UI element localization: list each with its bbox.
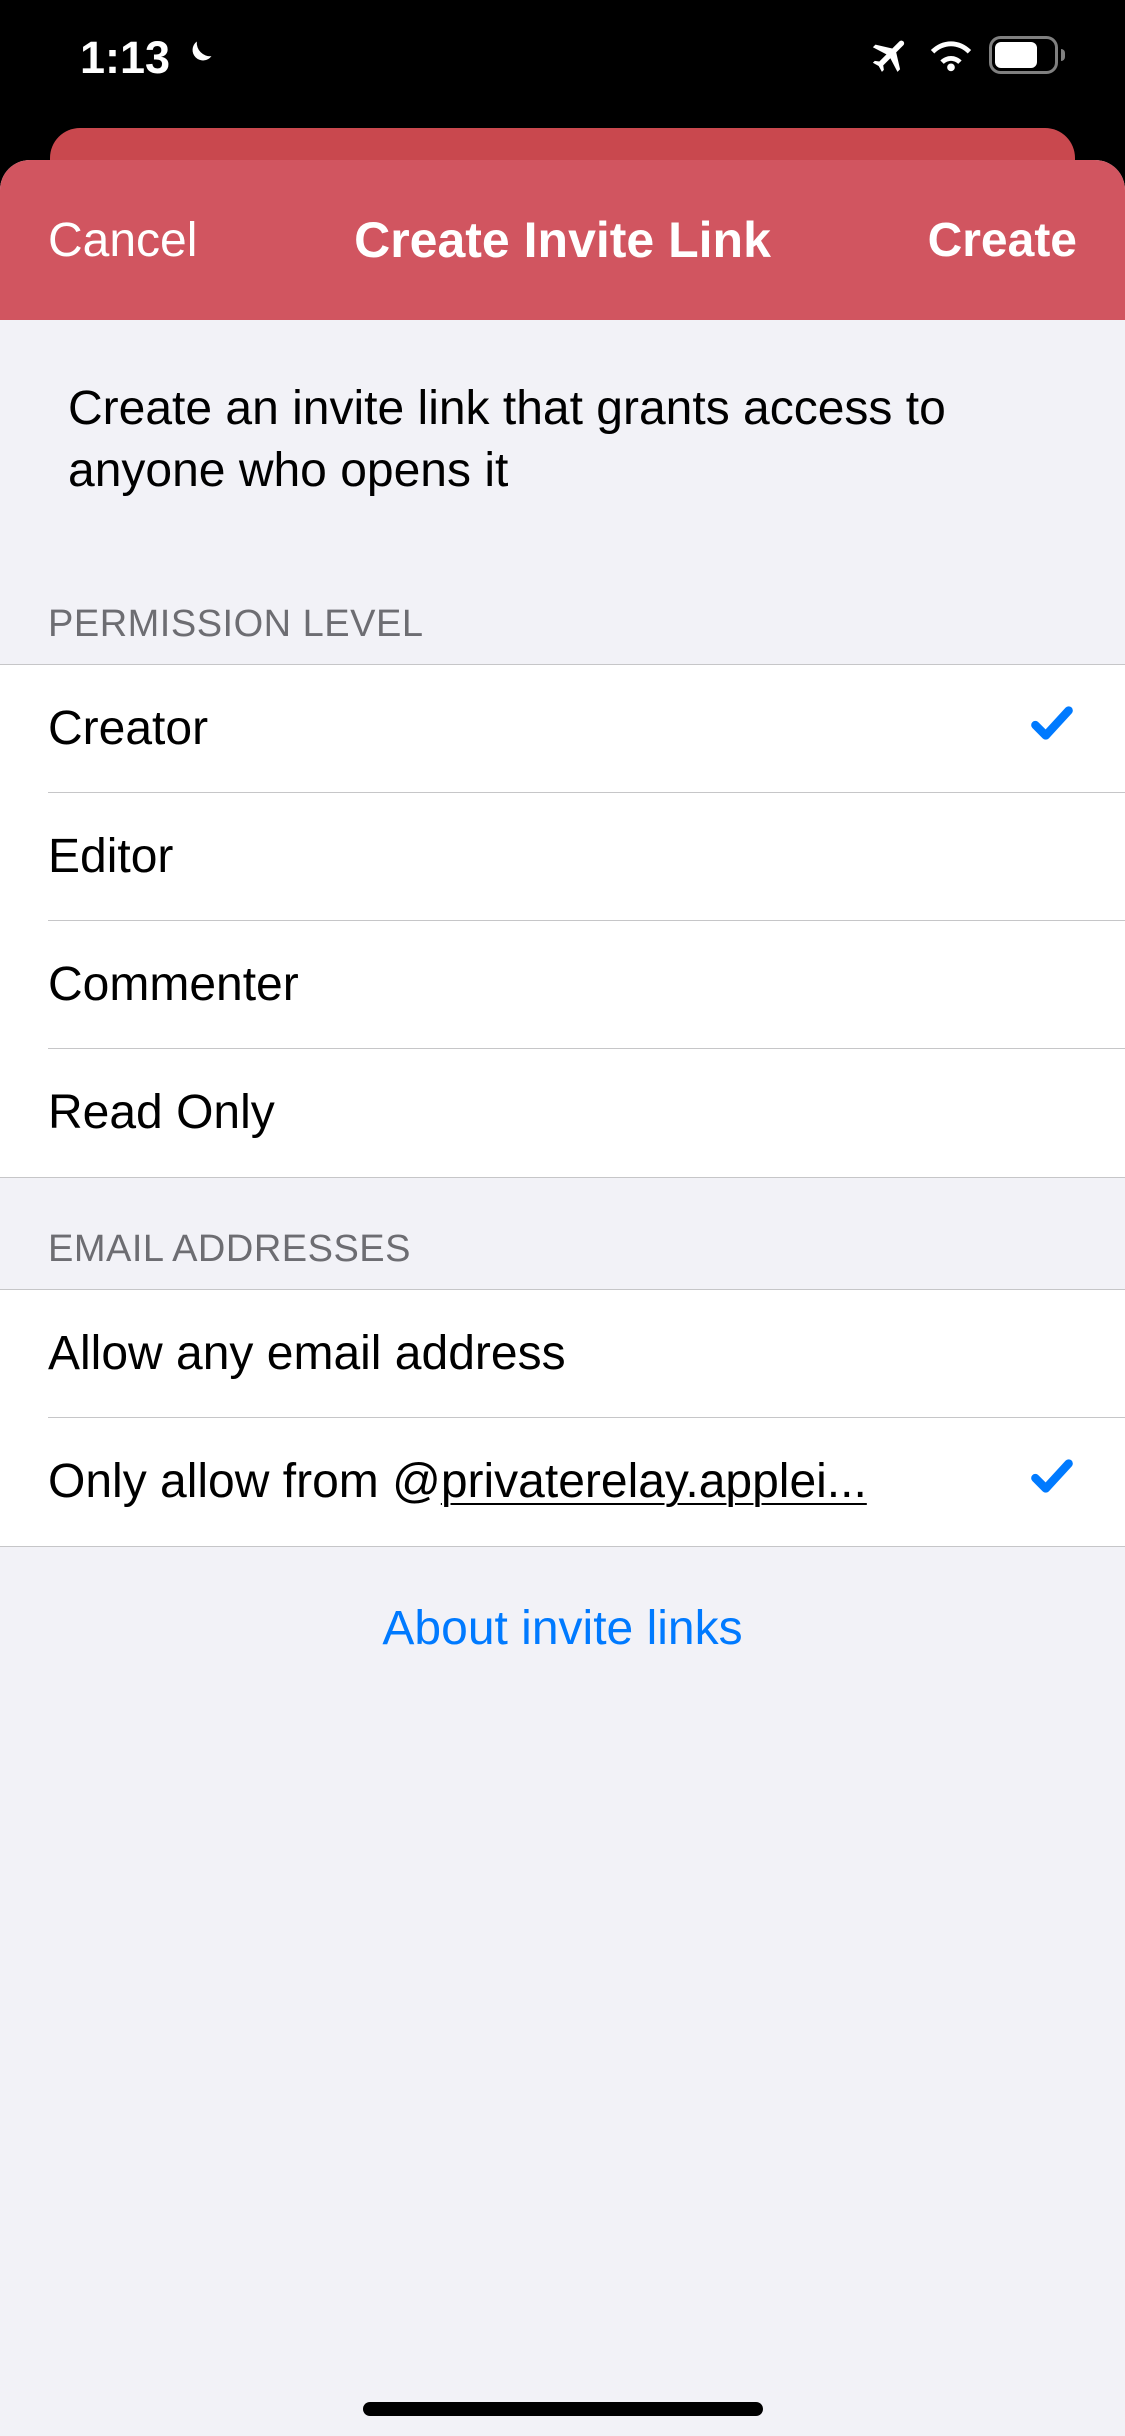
checkmark-icon [1027,1451,1077,1513]
checkmark-icon [1027,698,1077,760]
permission-option-label: Commenter [48,957,299,1012]
email-option-label: Allow any email address [48,1326,566,1381]
status-time-group: 1:13 [50,32,216,84]
permission-list: Creator Editor Commenter [0,664,1125,1178]
about-link-container: About invite links [0,1547,1125,1710]
permission-option-label: Creator [48,701,208,756]
permission-option-editor[interactable]: Editor [0,793,1125,921]
email-option-any[interactable]: Allow any email address [0,1290,1125,1418]
description-text: Create an invite link that grants access… [0,320,1125,553]
permission-option-commenter[interactable]: Commenter [0,921,1125,1049]
nav-title: Create Invite Link [354,211,771,269]
create-invite-modal: Cancel Create Invite Link Create Create … [0,160,1125,2436]
moon-icon [180,32,216,84]
nav-bar: Cancel Create Invite Link Create [0,160,1125,320]
status-time: 1:13 [80,32,170,84]
battery-icon [989,36,1067,79]
permission-option-readonly[interactable]: Read Only [0,1049,1125,1177]
email-option-domain[interactable]: Only allow from @privaterelay.applei... [0,1418,1125,1546]
status-bar: 1:13 [0,0,1125,130]
status-right-icons [869,33,1075,82]
cancel-button[interactable]: Cancel [48,213,197,268]
email-option-label: Only allow from @privaterelay.applei... [48,1454,867,1509]
permission-section-header: PERMISSION LEVEL [0,553,1125,664]
create-button[interactable]: Create [928,213,1077,268]
permission-option-label: Read Only [48,1085,275,1140]
permission-option-creator[interactable]: Creator [0,665,1125,793]
wifi-icon [928,36,974,79]
home-indicator[interactable] [363,2402,763,2416]
airplane-icon [869,33,913,82]
about-invite-links-link[interactable]: About invite links [382,1601,742,1656]
permission-option-label: Editor [48,829,173,884]
email-list: Allow any email address Only allow from … [0,1289,1125,1547]
email-section-header: EMAIL ADDRESSES [0,1178,1125,1289]
